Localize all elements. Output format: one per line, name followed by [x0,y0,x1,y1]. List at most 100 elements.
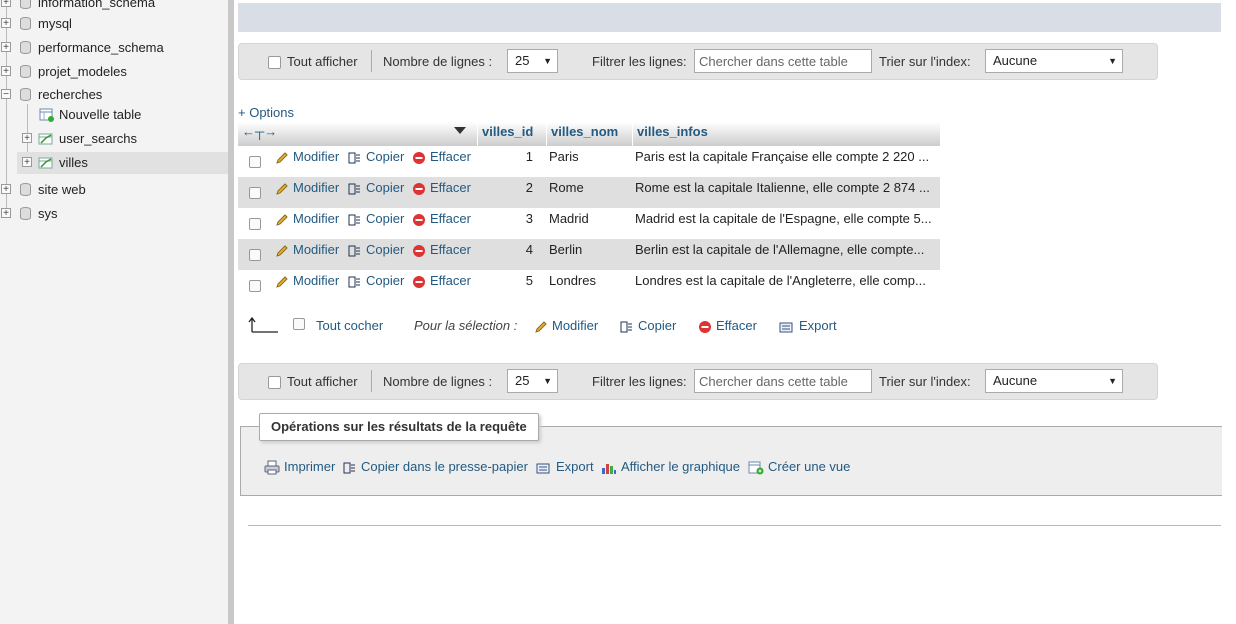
divider [371,370,372,392]
show-all-checkbox[interactable] [268,56,281,69]
sort-label: Trier sur l'index: [879,374,971,389]
print-button[interactable]: Imprimer [264,459,335,475]
rows-select[interactable]: 25 ▼ [507,369,558,393]
database-icon [20,0,31,9]
cell-villes-infos: Rome est la capitale Italienne, elle com… [635,180,930,195]
expand-icon[interactable]: + [1,66,11,77]
show-all-label[interactable]: Tout afficher [287,374,358,389]
show-all-checkbox[interactable] [268,376,281,389]
db-information-schema[interactable]: + information_schema [0,0,228,14]
copy-row-link[interactable]: Copier [348,180,404,196]
database-icon [20,65,31,78]
edit-row-link[interactable]: Modifier [275,273,339,289]
db-label[interactable]: site web [38,179,86,201]
create-view-button[interactable]: Créer une vue [748,459,850,475]
database-icon [20,207,31,220]
options-link[interactable]: + Options [238,105,294,120]
db-recherches[interactable]: − recherches [0,84,228,106]
cell-villes-nom: Londres [549,273,596,288]
expand-icon[interactable]: + [1,0,11,8]
row-checkbox[interactable] [249,187,261,199]
delete-label: Effacer [430,211,471,226]
row-checkbox[interactable] [249,218,261,230]
db-projet-modeles[interactable]: + projet_modeles [0,61,228,83]
column-header-villes-nom[interactable]: villes_nom [546,122,637,146]
copy-row-link[interactable]: Copier [348,149,404,165]
expand-icon[interactable]: + [22,133,32,144]
edit-row-link[interactable]: Modifier [275,242,339,258]
create-view-label: Créer une vue [768,459,851,474]
row-checkbox[interactable] [249,249,261,261]
edit-label: Modifier [293,180,340,195]
edit-row-link[interactable]: Modifier [275,180,339,196]
table-villes[interactable]: + villes [17,152,228,174]
db-mysql[interactable]: + mysql [0,13,228,35]
collapse-icon[interactable]: − [1,89,11,100]
edit-row-link[interactable]: Modifier [275,211,339,227]
display-chart-button[interactable]: Afficher le graphique [601,459,740,475]
db-label[interactable]: projet_modeles [38,61,127,83]
expand-icon[interactable]: + [1,18,11,29]
new-table-item[interactable]: Nouvelle table [0,104,228,126]
selection-export-button[interactable]: Export [779,318,837,334]
sort-index-select[interactable]: Aucune ▼ [985,369,1123,393]
delete-row-link[interactable]: Effacer [412,273,471,289]
show-all-label[interactable]: Tout afficher [287,54,358,69]
delete-label: Effacer [430,242,471,257]
db-sys[interactable]: + sys [0,203,228,225]
row-checkbox[interactable] [249,280,261,292]
expand-icon[interactable]: + [1,184,11,195]
db-label[interactable]: sys [38,203,58,225]
db-label[interactable]: mysql [38,13,72,35]
copy-row-link[interactable]: Copier [348,211,404,227]
cell-villes-id: 2 [525,180,533,195]
delete-row-link[interactable]: Effacer [412,211,471,227]
db-site-web[interactable]: + site web [0,179,228,201]
copy-row-link[interactable]: Copier [348,273,404,289]
db-label[interactable]: recherches [38,84,102,106]
column-resize-arrows-icon[interactable]: ←┬→ [242,122,277,142]
edit-row-link[interactable]: Modifier [275,149,339,165]
delete-icon [413,182,425,195]
cell-villes-infos: Madrid est la capitale de l'Espagne, ell… [635,211,932,226]
filter-input[interactable] [694,369,872,393]
table-label[interactable]: user_searchs [59,128,137,150]
table-icon [38,133,53,145]
copy-row-link[interactable]: Copier [348,242,404,258]
new-table-label[interactable]: Nouvelle table [59,104,141,126]
divider [371,50,372,72]
selection-copy-button[interactable]: Copier [620,318,676,334]
cell-villes-nom: Berlin [549,242,583,257]
table-label[interactable]: villes [59,152,88,174]
db-performance-schema[interactable]: + performance_schema [0,37,228,59]
export-button[interactable]: Export [536,459,594,475]
expand-icon[interactable]: + [1,208,11,219]
panel-resizer[interactable] [228,0,234,624]
expand-icon[interactable]: + [22,157,32,168]
db-label[interactable]: performance_schema [38,37,164,59]
pencil-icon [276,275,288,288]
rows-select[interactable]: 25 ▼ [507,49,558,73]
expand-icon[interactable]: + [1,42,11,53]
row-checkbox[interactable] [249,156,261,168]
column-header-villes-infos[interactable]: villes_infos [632,122,945,146]
selection-edit-button[interactable]: Modifier [534,318,598,334]
db-label[interactable]: information_schema [38,0,155,14]
filter-input[interactable] [694,49,872,73]
sort-toggle-icon[interactable] [454,127,466,135]
delete-row-link[interactable]: Effacer [412,149,471,165]
check-all-checkbox[interactable] [293,318,305,330]
column-header-villes-id[interactable]: villes_id [477,122,550,146]
selection-delete-button[interactable]: Effacer [698,318,757,334]
display-chart-label: Afficher le graphique [621,459,741,474]
check-all-label[interactable]: Tout cocher [316,318,383,334]
navigation-panel: + information_schema + mysql + performan… [0,0,228,624]
sort-index-select[interactable]: Aucune ▼ [985,49,1123,73]
delete-row-link[interactable]: Effacer [412,242,471,258]
copy-clipboard-button[interactable]: Copier dans le presse-papier [343,459,528,475]
pencil-icon [276,213,288,226]
delete-row-link[interactable]: Effacer [412,180,471,196]
copy-label: Copier [366,180,405,195]
table-user-searchs[interactable]: + user_searchs [0,128,228,150]
edit-label: Modifier [293,242,340,257]
